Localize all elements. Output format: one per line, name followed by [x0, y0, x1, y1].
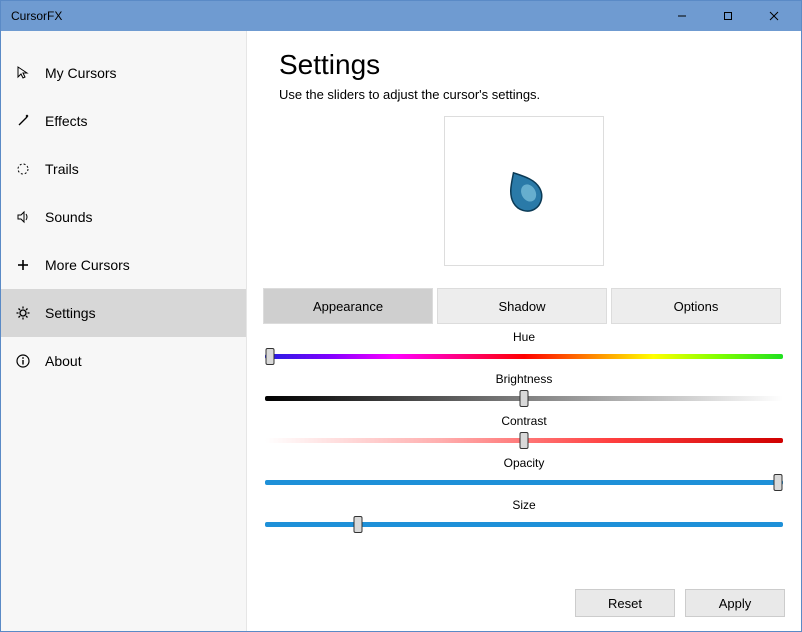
sidebar: My Cursors Effects Trails Sounds [1, 31, 247, 631]
slider-label: Brightness [265, 372, 783, 386]
slider-contrast[interactable] [265, 430, 783, 450]
slider-hue-block: Hue [265, 330, 783, 366]
slider-track [265, 354, 783, 359]
tab-label: Appearance [313, 299, 383, 314]
sidebar-item-label: Trails [45, 161, 79, 177]
slider-track [265, 480, 783, 485]
sidebar-item-label: My Cursors [45, 65, 117, 81]
sidebar-item-more-cursors[interactable]: More Cursors [1, 241, 246, 289]
window-title: CursorFX [11, 9, 659, 23]
gear-icon [15, 305, 31, 321]
slider-size-block: Size [265, 498, 783, 534]
sliders-panel: Hue Brightness Contrast [247, 324, 801, 581]
apply-button[interactable]: Apply [685, 589, 785, 617]
page-title: Settings [247, 49, 801, 81]
sidebar-item-settings[interactable]: Settings [1, 289, 246, 337]
sidebar-item-trails[interactable]: Trails [1, 145, 246, 193]
slider-label: Hue [265, 330, 783, 344]
wand-icon [15, 113, 31, 129]
main: Settings Use the sliders to adjust the c… [247, 31, 801, 631]
slider-opacity-block: Opacity [265, 456, 783, 492]
slider-opacity[interactable] [265, 472, 783, 492]
slider-track [265, 522, 783, 527]
slider-size[interactable] [265, 514, 783, 534]
trails-icon [15, 161, 31, 177]
sidebar-item-sounds[interactable]: Sounds [1, 193, 246, 241]
slider-hue[interactable] [265, 346, 783, 366]
slider-label: Opacity [265, 456, 783, 470]
tab-label: Shadow [499, 299, 546, 314]
tab-appearance[interactable]: Appearance [263, 288, 433, 324]
body: My Cursors Effects Trails Sounds [1, 31, 801, 631]
sidebar-item-effects[interactable]: Effects [1, 97, 246, 145]
sidebar-item-label: More Cursors [45, 257, 130, 273]
maximize-button[interactable] [705, 1, 751, 31]
slider-brightness[interactable] [265, 388, 783, 408]
slider-thumb[interactable] [520, 390, 529, 407]
close-icon [769, 11, 779, 21]
minimize-button[interactable] [659, 1, 705, 31]
cursor-preview-image [505, 168, 543, 214]
info-icon [15, 353, 31, 369]
maximize-icon [723, 11, 733, 21]
slider-thumb[interactable] [520, 432, 529, 449]
page-subtitle: Use the sliders to adjust the cursor's s… [247, 87, 801, 102]
slider-thumb[interactable] [773, 474, 782, 491]
button-row: Reset Apply [247, 581, 801, 631]
slider-thumb[interactable] [354, 516, 363, 533]
minimize-icon [677, 11, 687, 21]
plus-icon [15, 257, 31, 273]
cursor-icon [15, 65, 31, 81]
tabs: Appearance Shadow Options [247, 288, 801, 324]
tab-label: Options [674, 299, 719, 314]
preview-area [247, 116, 801, 266]
sidebar-item-my-cursors[interactable]: My Cursors [1, 49, 246, 97]
sidebar-item-label: Settings [45, 305, 96, 321]
sidebar-item-about[interactable]: About [1, 337, 246, 385]
tab-options[interactable]: Options [611, 288, 781, 324]
slider-contrast-block: Contrast [265, 414, 783, 450]
tab-shadow[interactable]: Shadow [437, 288, 607, 324]
slider-label: Contrast [265, 414, 783, 428]
slider-label: Size [265, 498, 783, 512]
close-button[interactable] [751, 1, 797, 31]
cursor-preview [444, 116, 604, 266]
sidebar-item-label: Effects [45, 113, 88, 129]
slider-brightness-block: Brightness [265, 372, 783, 408]
sidebar-item-label: About [45, 353, 82, 369]
sidebar-item-label: Sounds [45, 209, 92, 225]
window: CursorFX My Cursors Effects [0, 0, 802, 632]
reset-button[interactable]: Reset [575, 589, 675, 617]
slider-thumb[interactable] [266, 348, 275, 365]
titlebar: CursorFX [1, 1, 801, 31]
sound-icon [15, 209, 31, 225]
